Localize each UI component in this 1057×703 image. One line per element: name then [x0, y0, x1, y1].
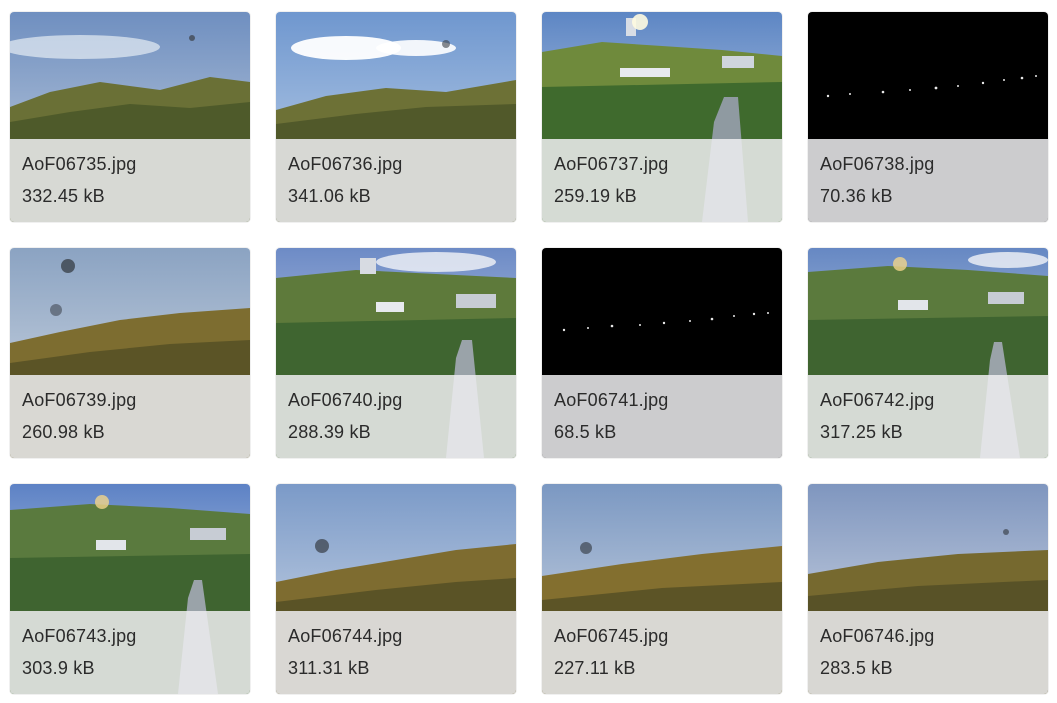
file-name: AoF06735.jpg [22, 154, 137, 174]
file-name: AoF06746.jpg [820, 626, 935, 646]
file-size: 288.39 kB [288, 422, 371, 442]
thumbnail-caption: AoF06741.jpg 68.5 kB [542, 375, 782, 458]
thumbnail-caption: AoF06736.jpg 341.06 kB [276, 139, 516, 222]
thumbnail-caption: AoF06745.jpg 227.11 kB [542, 611, 782, 694]
file-name: AoF06742.jpg [820, 390, 935, 410]
thumbnail-caption: AoF06743.jpg 303.9 kB [10, 611, 250, 694]
file-size: 68.5 kB [554, 422, 617, 442]
file-name: AoF06741.jpg [554, 390, 669, 410]
file-name: AoF06739.jpg [22, 390, 137, 410]
file-name: AoF06744.jpg [288, 626, 403, 646]
thumbnail-caption: AoF06739.jpg 260.98 kB [10, 375, 250, 458]
file-size: 332.45 kB [22, 186, 105, 206]
file-size: 317.25 kB [820, 422, 903, 442]
file-size: 259.19 kB [554, 186, 637, 206]
thumbnail-caption: AoF06735.jpg 332.45 kB [10, 139, 250, 222]
thumbnail-caption: AoF06737.jpg 259.19 kB [542, 139, 782, 222]
gallery-item[interactable]: AoF06736.jpg 341.06 kB [276, 12, 516, 222]
file-name: AoF06740.jpg [288, 390, 403, 410]
gallery-item[interactable]: AoF06740.jpg 288.39 kB [276, 248, 516, 458]
file-size: 227.11 kB [554, 658, 636, 678]
file-size: 311.31 kB [288, 658, 370, 678]
file-size: 260.98 kB [22, 422, 105, 442]
thumbnail-caption: AoF06740.jpg 288.39 kB [276, 375, 516, 458]
gallery-item[interactable]: AoF06745.jpg 227.11 kB [542, 484, 782, 694]
gallery-item[interactable]: AoF06746.jpg 283.5 kB [808, 484, 1048, 694]
gallery-item[interactable]: AoF06742.jpg 317.25 kB [808, 248, 1048, 458]
gallery-item[interactable]: AoF06739.jpg 260.98 kB [10, 248, 250, 458]
file-name: AoF06745.jpg [554, 626, 669, 646]
gallery-item[interactable]: AoF06741.jpg 68.5 kB [542, 248, 782, 458]
file-name: AoF06738.jpg [820, 154, 935, 174]
file-size: 341.06 kB [288, 186, 371, 206]
gallery-item[interactable]: AoF06735.jpg 332.45 kB [10, 12, 250, 222]
file-name: AoF06743.jpg [22, 626, 137, 646]
thumbnail-caption: AoF06742.jpg 317.25 kB [808, 375, 1048, 458]
file-size: 70.36 kB [820, 186, 893, 206]
file-name: AoF06736.jpg [288, 154, 403, 174]
gallery-item[interactable]: AoF06744.jpg 311.31 kB [276, 484, 516, 694]
thumbnail-caption: AoF06738.jpg 70.36 kB [808, 139, 1048, 222]
file-size: 283.5 kB [820, 658, 893, 678]
image-gallery-grid: AoF06735.jpg 332.45 kB AoF06736.jpg 341.… [0, 0, 1057, 703]
file-name: AoF06737.jpg [554, 154, 669, 174]
thumbnail-caption: AoF06744.jpg 311.31 kB [276, 611, 516, 694]
gallery-item[interactable]: AoF06743.jpg 303.9 kB [10, 484, 250, 694]
gallery-item[interactable]: AoF06738.jpg 70.36 kB [808, 12, 1048, 222]
file-size: 303.9 kB [22, 658, 95, 678]
thumbnail-caption: AoF06746.jpg 283.5 kB [808, 611, 1048, 694]
gallery-item[interactable]: AoF06737.jpg 259.19 kB [542, 12, 782, 222]
